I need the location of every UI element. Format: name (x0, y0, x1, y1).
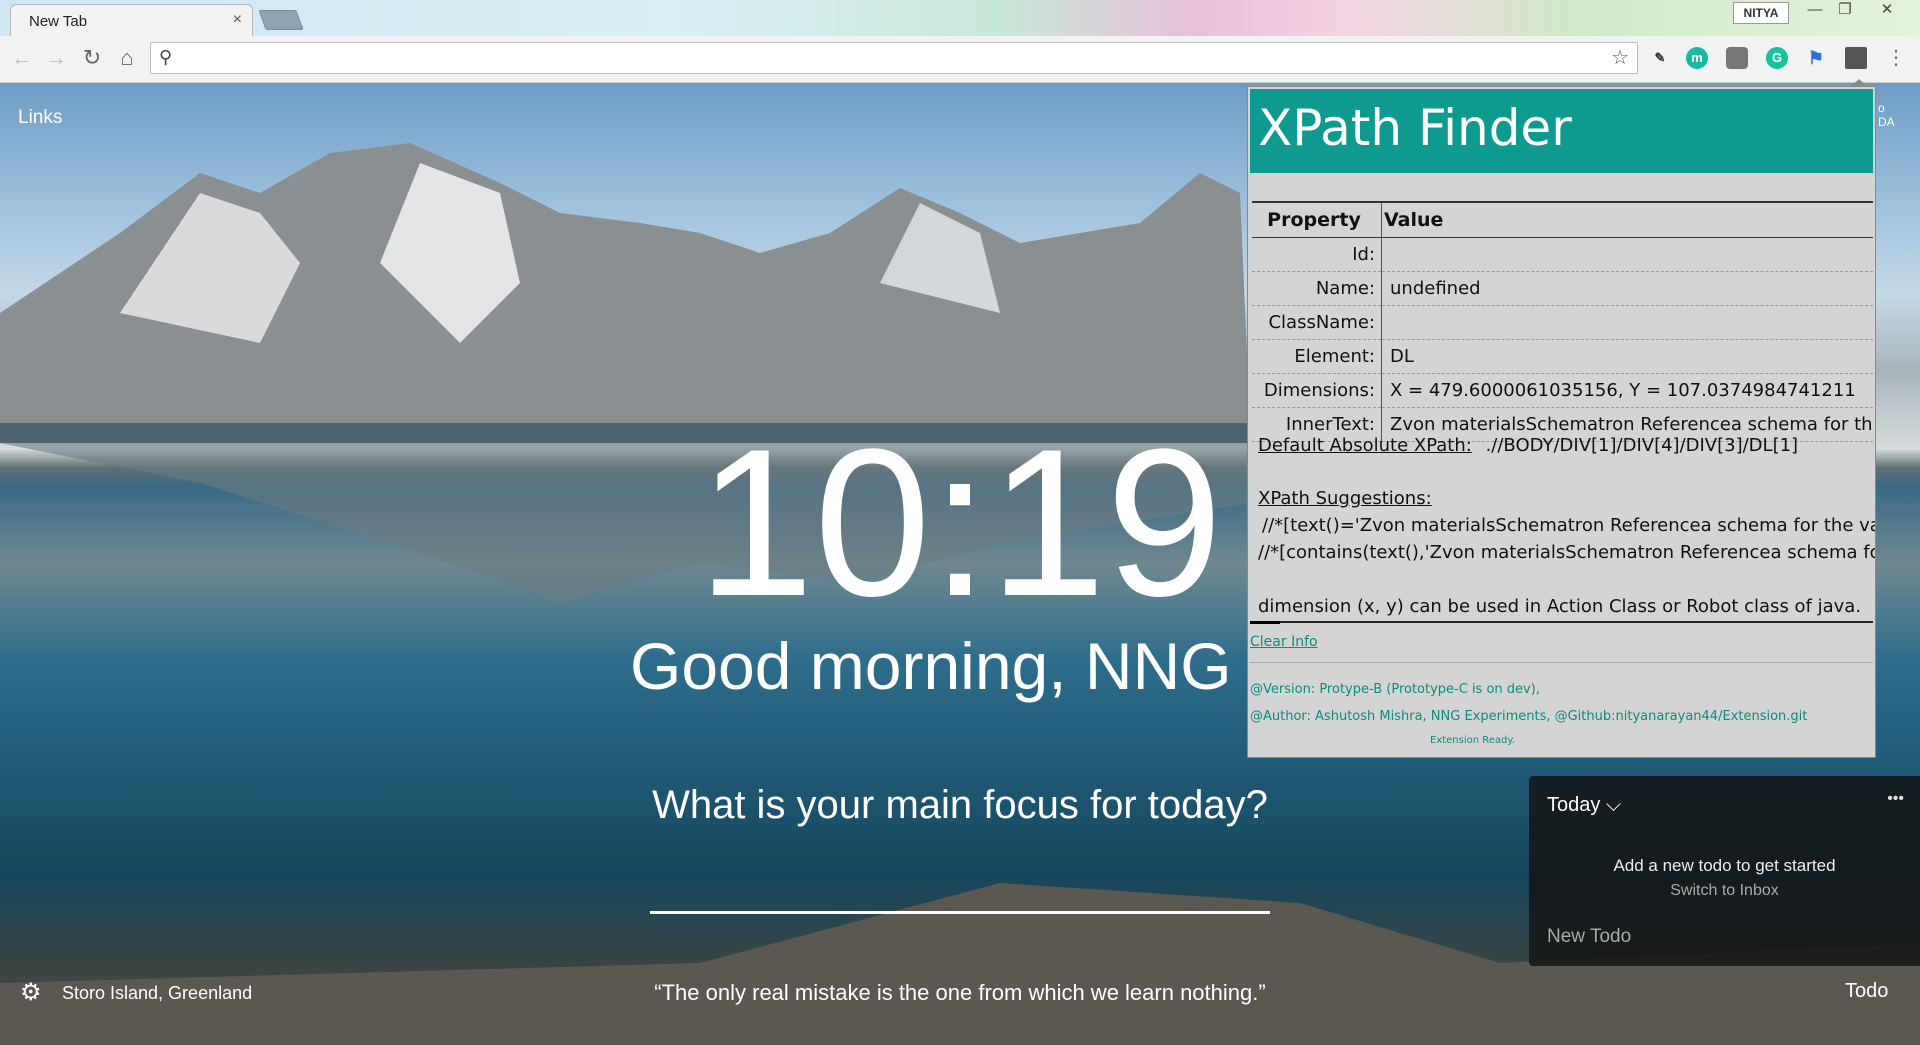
browser-titlebar: New Tab × NITYA — ❐ ✕ (0, 0, 1920, 36)
more-options-icon[interactable]: ••• (1887, 790, 1904, 808)
row-value: DL (1381, 339, 1873, 374)
shield-extension-icon[interactable] (1726, 47, 1748, 69)
switch-to-inbox-link[interactable]: Switch to Inbox (1529, 882, 1920, 900)
table-row: Dimensions: X = 479.6000061035156, Y = 1… (1252, 373, 1873, 408)
dimension-note: dimension (x, y) can be used in Action C… (1258, 596, 1862, 617)
greeting: Good morning, NNG (630, 629, 1232, 703)
xpath-header: XPath Finder (1250, 89, 1873, 173)
browser-toolbar: ← → ↻ ⌂ ⚲ ☆ ✎ m G ⚑ ⋮ (0, 36, 1920, 83)
table-row: Id: (1252, 237, 1873, 272)
window-close-icon[interactable]: ✕ (1872, 0, 1902, 20)
forward-icon[interactable]: → (44, 46, 68, 70)
focus-input-underline (650, 911, 1270, 914)
address-bar[interactable]: ⚲ ☆ (150, 42, 1638, 74)
row-key: Dimensions: (1252, 373, 1382, 408)
absolute-xpath: Default Absolute XPath: .//BODY/DIV[1]/D… (1258, 435, 1798, 456)
partial-weather-text: o DA (1878, 101, 1895, 129)
extension-status: Extension Ready. (1430, 735, 1516, 746)
weather-fragment-2: DA (1878, 115, 1895, 129)
home-icon[interactable]: ⌂ (115, 46, 139, 70)
focus-input[interactable] (650, 865, 1274, 911)
table-row: Name: undefined (1252, 271, 1873, 306)
row-value: X = 479.6000061035156, Y = 107.037498474… (1381, 373, 1873, 408)
row-value (1381, 237, 1873, 272)
back-icon[interactable]: ← (10, 46, 34, 70)
todo-empty-message: Add a new todo to get started (1613, 856, 1836, 875)
address-input[interactable] (185, 47, 1589, 71)
header-value: Value (1381, 201, 1873, 238)
eyedropper-extension-icon[interactable]: ✎ (1649, 47, 1671, 69)
row-key: Name: (1252, 271, 1382, 306)
xpath-suggestion: //*[contains(text(),'Zvon materialsSchem… (1258, 542, 1876, 563)
scroll-indicator[interactable] (1250, 621, 1280, 624)
tab-new-tab[interactable]: New Tab × (10, 4, 253, 36)
table-row: Element: DL (1252, 339, 1873, 374)
megaphone-extension-icon[interactable]: ⚑ (1805, 47, 1827, 69)
table-header-row: Property Value (1252, 201, 1873, 238)
properties-table: Property Value Id: Name: undefined Class… (1252, 201, 1873, 442)
suggestions-heading: XPath Suggestions: (1258, 488, 1432, 509)
profile-button[interactable]: NITYA (1733, 2, 1789, 24)
tab-title: New Tab (29, 13, 88, 30)
quote: “The only real mistake is the one from w… (654, 980, 1266, 1005)
xpath-finder-popup: XPath Finder Property Value Id: Name: un… (1247, 86, 1876, 758)
menu-kebab-icon[interactable]: ⋮ (1884, 46, 1908, 70)
row-key: Id: (1252, 237, 1382, 272)
tab-close-icon[interactable]: × (233, 11, 242, 29)
row-key: Element: (1252, 339, 1382, 374)
author-text: @Author: Ashutosh Mishra, NNG Experiment… (1250, 709, 1808, 724)
minimize-icon[interactable]: — (1800, 0, 1830, 20)
absolute-xpath-value: .//BODY/DIV[1]/DIV[4]/DIV[3]/DL[1] (1485, 435, 1799, 456)
new-tab-button[interactable] (258, 10, 304, 30)
table-row: ClassName: (1252, 305, 1873, 340)
header-property: Property (1252, 201, 1382, 238)
restore-icon[interactable]: ❐ (1830, 0, 1860, 20)
grammarly-icon[interactable]: G (1766, 47, 1788, 69)
teal-extension-icon[interactable]: m (1686, 47, 1708, 69)
reload-icon[interactable]: ↻ (80, 46, 104, 70)
absolute-xpath-label: Default Absolute XPath: (1258, 435, 1472, 456)
weather-fragment-1: o (1878, 101, 1885, 115)
todo-panel: Today ⌵ ••• Add a new todo to get starte… (1529, 776, 1920, 966)
version-text: @Version: Protype-B (Prototype-C is on d… (1250, 682, 1540, 697)
divider (1250, 621, 1873, 623)
row-key: ClassName: (1252, 305, 1382, 340)
new-todo-input[interactable]: New Todo (1547, 926, 1631, 948)
xpath-suggestion: //*[text()='Zvon materialsSchematron Ref… (1262, 515, 1876, 536)
links-button[interactable]: Links (18, 107, 62, 129)
bookmark-star-icon[interactable]: ☆ (1611, 45, 1629, 70)
divider (1250, 662, 1873, 663)
xpath-title: XPath Finder (1258, 99, 1572, 157)
todo-list-selector[interactable]: Today ⌵ (1547, 794, 1621, 817)
xpath-finder-extension-icon[interactable] (1845, 47, 1867, 69)
search-icon: ⚲ (159, 47, 173, 67)
clear-info-link[interactable]: Clear Info (1250, 634, 1318, 650)
row-value (1381, 305, 1873, 340)
todo-button[interactable]: Todo (1845, 980, 1888, 1003)
row-value: undefined (1381, 271, 1873, 306)
